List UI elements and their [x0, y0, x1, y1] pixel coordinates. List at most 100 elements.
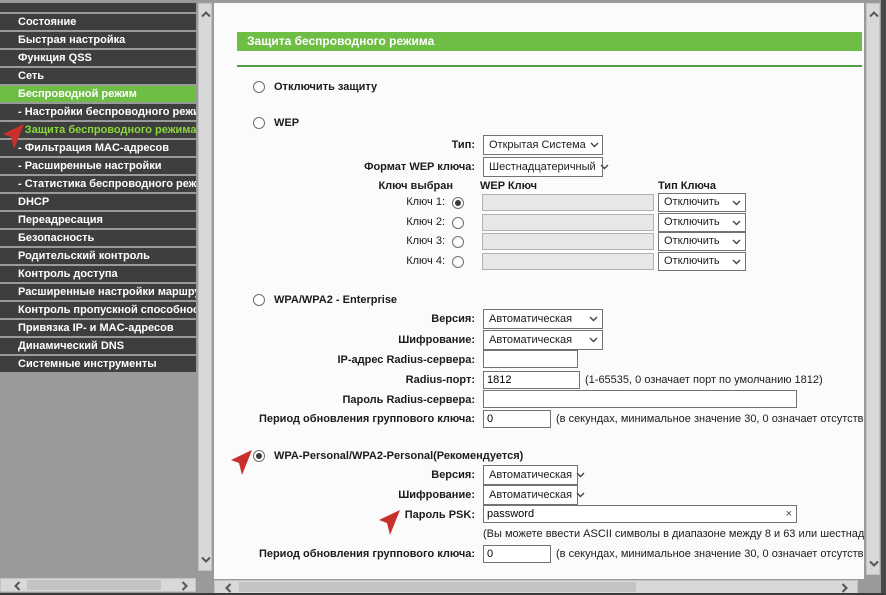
- per-group-key-period-label: Период обновления группового ключа:: [214, 544, 475, 564]
- chevron-down-icon: [732, 259, 741, 265]
- wep-col-wep-key: WEP Ключ: [480, 179, 537, 193]
- window-right-edge: [881, 0, 886, 595]
- sidebar-horizontal-scrollbar[interactable]: [0, 578, 196, 592]
- per-group-key-period-input[interactable]: [483, 545, 551, 563]
- main-content: Защита беспроводного режима Отключить за…: [214, 3, 864, 579]
- sidebar-item-access-control[interactable]: Контроль доступа: [0, 266, 196, 282]
- scrollbar-thumb[interactable]: [27, 580, 161, 590]
- radio-disable-security-label[interactable]: Отключить защиту: [274, 81, 377, 93]
- ent-radius-port-input[interactable]: [483, 371, 580, 389]
- wep-key1-radio[interactable]: [452, 197, 464, 209]
- content-vertical-scrollbar[interactable]: [866, 3, 880, 575]
- sidebar-item-wireless-security[interactable]: - Защита беспроводного режима: [0, 122, 196, 138]
- wep-key2-input: [482, 214, 654, 231]
- wep-key-row: Ключ 3: Отключить: [214, 232, 864, 251]
- wep-key-format-select[interactable]: Шестнадцатеричный: [483, 157, 603, 177]
- scroll-left-icon[interactable]: [13, 581, 23, 591]
- wep-key4-radio[interactable]: [452, 256, 464, 268]
- wep-key2-type-select[interactable]: Отключить: [658, 213, 746, 232]
- content-horizontal-scrollbar[interactable]: [214, 580, 858, 594]
- ent-version-select[interactable]: Автоматическая: [483, 309, 603, 329]
- wep-key4-type-select[interactable]: Отключить: [658, 252, 746, 271]
- ent-radius-port-hint: (1-65535, 0 означает порт по умолчанию 1…: [585, 370, 823, 390]
- per-psk-password-label: Пароль PSK:: [214, 505, 475, 525]
- sidebar-item-advanced-routing[interactable]: Расширенные настройки маршрутизации: [0, 284, 196, 300]
- wep-key3-radio[interactable]: [452, 236, 464, 248]
- ent-encryption-label: Шифрование:: [214, 330, 475, 350]
- wep-key2-label: Ключ 2:: [214, 213, 445, 232]
- sidebar-item-bandwidth-control[interactable]: Контроль пропускной способности: [0, 302, 196, 318]
- ent-version-label: Версия:: [214, 309, 475, 329]
- sidebar-item-dhcp[interactable]: DHCP: [0, 194, 196, 210]
- radio-wpa-personal[interactable]: [253, 450, 265, 462]
- router-admin-page: Состояние Быстрая настройка Функция QSS …: [0, 0, 886, 595]
- per-psk-password-field: ×: [483, 505, 797, 523]
- sidebar-item-parental-control[interactable]: Родительский контроль: [0, 248, 196, 264]
- radio-wpa-enterprise[interactable]: [253, 294, 265, 306]
- section-divider: [237, 65, 862, 67]
- wep-key2-radio[interactable]: [452, 217, 464, 229]
- scroll-down-icon[interactable]: [869, 558, 879, 568]
- sidebar-item-wireless-advanced[interactable]: - Расширенные настройки: [0, 158, 196, 174]
- per-psk-password-input[interactable]: [484, 507, 782, 521]
- clear-input-icon[interactable]: ×: [782, 506, 796, 522]
- sidebar-vertical-scrollbar[interactable]: [198, 3, 212, 571]
- chevron-down-icon: [589, 316, 598, 322]
- per-version-label: Версия:: [214, 465, 475, 485]
- sidebar-item-system-tools[interactable]: Системные инструменты: [0, 356, 196, 372]
- sidebar-item-status[interactable]: Состояние: [0, 14, 196, 30]
- per-encryption-label: Шифрование:: [214, 485, 475, 505]
- chevron-down-icon: [576, 492, 585, 498]
- wep-key3-type-select[interactable]: Отключить: [658, 232, 746, 251]
- sidebar-item-security[interactable]: Безопасность: [0, 230, 196, 246]
- per-encryption-select[interactable]: Автоматическая: [483, 485, 578, 505]
- radio-wpa-personal-label[interactable]: WPA-Personal/WPA2-Personal(Рекомендуется…: [274, 450, 523, 462]
- wep-key3-input: [482, 233, 654, 250]
- radio-wep[interactable]: [253, 117, 265, 129]
- scroll-up-icon[interactable]: [869, 10, 879, 20]
- sidebar-item-wireless-statistics[interactable]: - Статистика беспроводного режима: [0, 176, 196, 192]
- ent-radius-ip-input[interactable]: [483, 350, 578, 368]
- wep-col-key-type: Тип Ключа: [658, 179, 716, 193]
- sidebar-item-forwarding[interactable]: Переадресация: [0, 212, 196, 228]
- sidebar-item-ip-mac-binding[interactable]: Привязка IP- и MAC-адресов: [0, 320, 196, 336]
- scroll-right-icon[interactable]: [179, 581, 189, 591]
- scroll-right-icon[interactable]: [839, 583, 849, 593]
- scroll-up-icon[interactable]: [201, 10, 211, 20]
- ent-group-key-period-label: Период обновления группового ключа:: [214, 409, 475, 429]
- wep-type-select[interactable]: Открытая Система: [483, 135, 603, 155]
- scroll-down-icon[interactable]: [201, 554, 211, 564]
- sidebar-item-wireless[interactable]: Беспроводной режим: [0, 86, 196, 102]
- sidebar-item-qss[interactable]: Функция QSS: [0, 50, 196, 66]
- wep-key1-type-select[interactable]: Отключить: [658, 193, 746, 212]
- sidebar-item-wireless-settings[interactable]: - Настройки беспроводного режима: [0, 104, 196, 120]
- wep-col-key-selected: Ключ выбран: [214, 179, 453, 193]
- sidebar-item-ddns[interactable]: Динамический DNS: [0, 338, 196, 354]
- radio-disable-security[interactable]: [253, 81, 265, 93]
- wep-key1-label: Ключ 1:: [214, 193, 445, 212]
- ent-radius-password-label: Пароль Radius-сервера:: [214, 390, 475, 410]
- ent-radius-ip-label: IP-адрес Radius-сервера:: [214, 350, 475, 370]
- ent-group-key-period-input[interactable]: [483, 410, 551, 428]
- wep-key1-input: [482, 194, 654, 211]
- radio-wep-label[interactable]: WEP: [274, 117, 299, 129]
- per-version-select[interactable]: Автоматическая: [483, 465, 578, 485]
- ent-encryption-select[interactable]: Автоматическая: [483, 330, 603, 350]
- chevron-down-icon: [590, 142, 599, 148]
- wep-key4-input: [482, 253, 654, 270]
- chevron-down-icon: [589, 337, 598, 343]
- ent-radius-password-input[interactable]: [483, 390, 797, 408]
- scrollbar-thumb[interactable]: [239, 582, 636, 592]
- chevron-down-icon: [732, 239, 741, 245]
- per-psk-password-hint: (Вы можете ввести ASCII символы в диапаз…: [483, 527, 864, 541]
- wep-key-row: Ключ 1: Отключить: [214, 193, 864, 212]
- wep-key-row: Ключ 2: Отключить: [214, 213, 864, 232]
- sidebar-item-network[interactable]: Сеть: [0, 68, 196, 84]
- sidebar-item-quick-setup[interactable]: Быстрая настройка: [0, 32, 196, 48]
- chevron-down-icon: [600, 164, 609, 170]
- radio-wpa-enterprise-label[interactable]: WPA/WPA2 - Enterprise: [274, 294, 397, 306]
- sidebar-item-mac-filtering[interactable]: - Фильтрация MAC-адресов: [0, 140, 196, 156]
- scroll-left-icon[interactable]: [224, 583, 234, 593]
- pointer-arrow-wpa-personal: [229, 449, 253, 476]
- wep-key3-label: Ключ 3:: [214, 232, 445, 251]
